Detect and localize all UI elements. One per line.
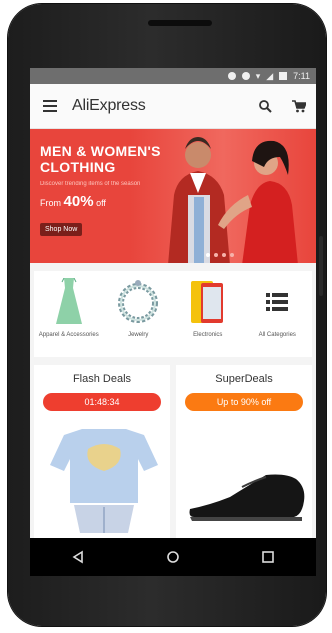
status-bar: ▾ ◢ 7:11 — [30, 68, 316, 84]
app-bar: AliExpress — [30, 84, 316, 129]
phone-side-button — [319, 236, 323, 296]
status-time: 7:11 — [293, 71, 310, 81]
home-icon[interactable] — [166, 550, 180, 564]
cart-icon[interactable] — [282, 84, 316, 128]
alarm-icon — [241, 72, 250, 80]
wifi-icon: ▾ — [255, 70, 261, 81]
flash-deals-timer: 01:48:34 — [43, 393, 161, 411]
android-nav-bar — [30, 538, 316, 576]
deals-section: Flash Deals 01:48:34 SuperDeals Up to 90… — [34, 365, 312, 545]
app-screen: ▾ ◢ 7:11 AliExpress MEN & WOMEN'S CLOTHIN… — [30, 68, 316, 576]
super-deals-title: SuperDeals — [215, 373, 273, 385]
category-electronics[interactable]: Electronics — [176, 277, 240, 339]
notification-icon — [227, 72, 236, 80]
dress-icon — [54, 277, 84, 327]
flash-deals-title: Flash Deals — [72, 373, 132, 385]
back-icon[interactable] — [71, 550, 85, 564]
battery-icon — [279, 72, 288, 80]
kids-clothing-image — [50, 429, 158, 533]
super-deals-badge: Up to 90% off — [185, 393, 303, 411]
search-icon[interactable] — [248, 84, 282, 128]
flash-deals-card[interactable]: Flash Deals 01:48:34 — [34, 365, 170, 545]
hamburger-menu-icon[interactable] — [30, 84, 70, 128]
signal-icon: ◢ — [266, 70, 274, 81]
promo-banner[interactable]: MEN & WOMEN'S CLOTHING Discover trending … — [30, 129, 316, 263]
banner-discount: From 40% off — [40, 193, 106, 210]
banner-models-image — [168, 137, 298, 263]
recents-icon[interactable] — [261, 550, 275, 564]
category-apparel[interactable]: Apparel & Accessories — [37, 277, 101, 339]
phone-speaker — [148, 20, 212, 26]
banner-headline: MEN & WOMEN'S CLOTHING — [40, 143, 161, 175]
banner-pager[interactable] — [206, 253, 234, 257]
category-strip: Apparel & Accessories Jewelry Electronic… — [34, 271, 312, 357]
super-deals-card[interactable]: SuperDeals Up to 90% off — [176, 365, 312, 545]
list-icon — [266, 277, 289, 327]
phone-icon — [190, 277, 225, 327]
shop-now-button[interactable]: Shop Now — [40, 223, 83, 236]
category-jewelry[interactable]: Jewelry — [106, 277, 170, 339]
category-all[interactable]: All Categories — [245, 277, 309, 339]
leather-shoe-image — [189, 474, 305, 521]
banner-subline: Discover trending items of the season — [40, 181, 141, 187]
app-logo: AliExpress — [72, 97, 146, 114]
necklace-icon — [116, 277, 160, 327]
